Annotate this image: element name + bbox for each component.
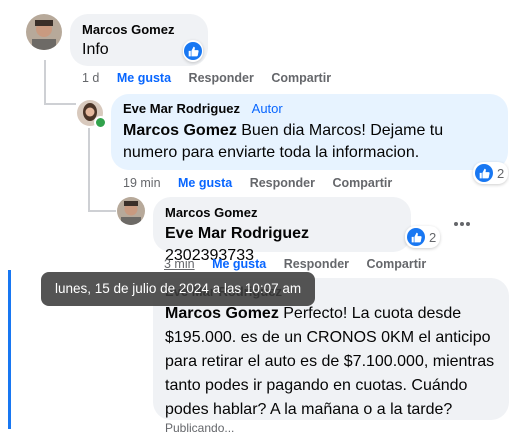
author-badge: Autor bbox=[251, 101, 283, 116]
comment-text: Marcos Gomez Buen dia Marcos! Dejame tu … bbox=[123, 120, 496, 164]
share-button[interactable]: Compartir bbox=[271, 71, 331, 85]
comment-text-line: $195.000. es de un CRONOS 0KM el anticip… bbox=[165, 329, 491, 346]
comment-text-line: para retirar el auto es de $7.100.000, m… bbox=[165, 353, 495, 370]
mention-link[interactable]: Eve Mar Rodriguez bbox=[165, 225, 309, 242]
comment-actions: 19 min Me gusta Responder Compartir bbox=[123, 176, 406, 190]
comment-actions: 1 d Me gusta Responder Compartir bbox=[82, 71, 345, 85]
comment-bubble: Eve Mar Rodriguez Autor Marcos Gomez Bue… bbox=[111, 94, 508, 170]
thread-line bbox=[88, 128, 90, 212]
timestamp[interactable]: 19 min bbox=[123, 176, 161, 190]
like-button[interactable]: Me gusta bbox=[117, 71, 171, 85]
reaction-number: 2 bbox=[497, 165, 505, 181]
comment-author[interactable]: Marcos Gomez bbox=[82, 22, 196, 37]
reply-button[interactable]: Responder bbox=[250, 176, 315, 190]
comment-text-line: podes hablar? A la mañana o a la tarde? bbox=[165, 401, 453, 418]
like-button[interactable]: Me gusta bbox=[178, 176, 232, 190]
comment-actions: 3 min Me gusta Responder Compartir bbox=[164, 257, 440, 271]
comment-text-line: tanto podes ir pagando en cuotas. Cuándo bbox=[165, 377, 468, 394]
timestamp[interactable]: 3 min bbox=[164, 257, 195, 271]
reaction-number: 2 bbox=[429, 229, 437, 245]
avatar[interactable] bbox=[117, 197, 145, 225]
comment-bubble: Marcos Gomez Eve Mar Rodriguez 230239373… bbox=[153, 197, 411, 264]
timestamp[interactable]: 1 d bbox=[82, 71, 99, 85]
comment-author[interactable]: Marcos Gomez bbox=[165, 205, 399, 220]
thread-line bbox=[44, 60, 46, 105]
online-status-badge bbox=[94, 116, 107, 129]
posting-status: Publicando... bbox=[165, 421, 235, 435]
like-button[interactable]: Me gusta bbox=[212, 257, 266, 271]
comment-author-row: Eve Mar Rodriguez Autor bbox=[123, 101, 496, 116]
reaction-count[interactable]: 2 bbox=[405, 226, 441, 248]
thumbs-up-icon bbox=[475, 164, 493, 182]
comment-text: Info bbox=[82, 41, 109, 58]
thread-line bbox=[88, 210, 116, 212]
share-button[interactable]: Compartir bbox=[332, 176, 392, 190]
reply-button[interactable]: Responder bbox=[189, 71, 254, 85]
more-options-icon[interactable] bbox=[452, 216, 472, 232]
reaction-count[interactable]: 2 bbox=[473, 162, 509, 184]
new-comment-indicator bbox=[8, 270, 11, 429]
thumbs-up-icon bbox=[407, 228, 425, 246]
reaction-count[interactable] bbox=[183, 40, 203, 62]
comment-text-line: Perfecto! La cuota desde bbox=[278, 305, 462, 322]
comment-text-line: numero para enviarte toda la informacion… bbox=[123, 144, 420, 161]
comment-text: Marcos Gomez Perfecto! La cuota desde $1… bbox=[165, 302, 497, 422]
comment-text-line: Buen dia Marcos! Dejame tu bbox=[236, 122, 444, 139]
share-button[interactable]: Compartir bbox=[367, 257, 427, 271]
avatar[interactable] bbox=[26, 14, 62, 50]
mention-link[interactable]: Marcos Gomez bbox=[165, 305, 279, 322]
mention-link[interactable]: Marcos Gomez bbox=[123, 122, 237, 139]
thread-line bbox=[44, 103, 76, 105]
thumbs-up-icon bbox=[184, 42, 202, 60]
timestamp-tooltip: lunes, 15 de julio de 2024 a las 10:07 a… bbox=[41, 272, 316, 306]
reply-button[interactable]: Responder bbox=[284, 257, 349, 271]
comment-author[interactable]: Eve Mar Rodriguez bbox=[123, 101, 240, 116]
